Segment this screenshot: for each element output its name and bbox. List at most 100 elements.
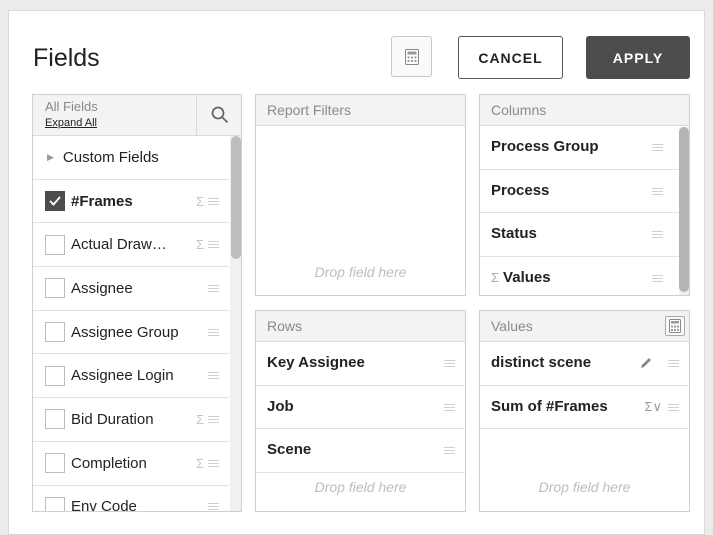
sum-icon: Σ	[195, 411, 204, 427]
report-filters-header: Report Filters	[256, 95, 465, 126]
cancel-button[interactable]: CANCEL	[458, 36, 563, 79]
drag-handle-icon[interactable]	[652, 144, 663, 151]
field-item-actual-draw[interactable]: Actual Draw… Σ	[33, 223, 229, 268]
drag-handle-icon[interactable]	[208, 459, 219, 467]
field-item-assignee[interactable]: Assignee	[33, 267, 229, 311]
field-label: Completion	[71, 454, 147, 472]
value-item-distinct-scene[interactable]: distinct scene	[480, 342, 689, 386]
field-label: #Frames	[71, 192, 133, 210]
drag-handle-icon[interactable]	[652, 187, 663, 195]
field-item-completion[interactable]: Completion Σ	[33, 442, 229, 486]
chevron-down-icon: ∨	[652, 398, 662, 414]
field-label: Bid Duration	[71, 410, 154, 428]
values-header-label: Values	[491, 318, 533, 334]
field-label: Assignee	[71, 279, 133, 297]
search-icon	[211, 106, 228, 124]
report-filters-zone[interactable]: Report Filters Drop field here	[255, 94, 466, 296]
item-label: Job	[267, 397, 294, 415]
all-fields-panel: All Fields Expand All ▶ Custom Fields #F…	[32, 94, 242, 512]
field-item-bid-duration[interactable]: Bid Duration Σ	[33, 398, 229, 442]
item-label: distinct scene	[491, 354, 592, 371]
item-label: Process	[491, 181, 550, 199]
field-item-assignee-group[interactable]: Assignee Group	[33, 311, 229, 355]
sum-icon: Σ	[195, 237, 204, 253]
column-item-process[interactable]: Process	[480, 170, 679, 213]
drag-handle-icon[interactable]	[208, 328, 219, 336]
drag-handle-icon[interactable]	[208, 197, 219, 205]
item-label: Sum of #Frames	[491, 397, 608, 415]
calculator-icon	[669, 319, 681, 333]
field-checkbox[interactable]	[45, 278, 65, 299]
field-label: Assignee Group	[71, 323, 179, 341]
fields-scrollbar-thumb[interactable]	[231, 136, 241, 259]
drag-handle-icon[interactable]	[444, 447, 455, 454]
drag-handle-icon[interactable]	[444, 403, 455, 411]
field-item-frames[interactable]: #Frames Σ	[33, 180, 229, 224]
aggregation-dropdown[interactable]: Σ∨	[644, 386, 662, 428]
column-item-values[interactable]: Σ Values	[480, 257, 679, 296]
drag-handle-icon[interactable]	[668, 403, 679, 411]
drop-hint: Drop field here	[314, 264, 407, 280]
custom-fields-group[interactable]: ▶ Custom Fields	[33, 136, 229, 180]
columns-scrollbar[interactable]	[679, 127, 689, 295]
field-checkbox[interactable]	[45, 409, 65, 430]
columns-zone[interactable]: Columns Process Group Process Status Σ Va…	[479, 94, 690, 296]
all-fields-header: All Fields Expand All	[33, 95, 241, 136]
field-label: Assignee Login	[71, 367, 174, 385]
field-label: Env Code	[71, 498, 137, 512]
expand-caret-icon: ▶	[47, 151, 54, 162]
fields-list: ▶ Custom Fields #Frames Σ Actual Draw… Σ	[33, 136, 241, 512]
column-item-process-group[interactable]: Process Group	[480, 126, 679, 170]
field-item-assignee-login[interactable]: Assignee Login	[33, 354, 229, 399]
sum-icon: Σ	[195, 455, 204, 471]
checkmark-icon	[49, 196, 61, 206]
drop-hint: Drop field here	[538, 479, 631, 495]
rows-zone[interactable]: Rows Key Assignee Job Scene Drop field h…	[255, 310, 466, 512]
item-label: Key Assignee	[267, 354, 365, 371]
field-checkbox[interactable]	[45, 453, 65, 474]
item-label: Status	[491, 225, 537, 242]
drag-handle-icon[interactable]	[652, 274, 663, 282]
field-checkbox[interactable]	[45, 234, 65, 255]
item-label: Scene	[267, 441, 312, 458]
field-checkbox[interactable]	[45, 322, 65, 343]
drag-handle-icon[interactable]	[208, 415, 219, 423]
item-label: Process Group	[491, 138, 599, 155]
value-item-sum-frames[interactable]: Sum of #Frames Σ∨	[480, 386, 689, 429]
columns-header: Columns	[480, 95, 689, 126]
calculated-field-button[interactable]	[391, 36, 432, 77]
field-checkbox[interactable]	[45, 191, 65, 212]
drag-handle-icon[interactable]	[668, 360, 679, 367]
values-calculator-button[interactable]	[665, 316, 685, 336]
item-label: Values	[503, 268, 551, 286]
field-item-env-code[interactable]: Env Code	[33, 486, 229, 512]
apply-button[interactable]: APPLY	[586, 36, 690, 79]
pencil-icon[interactable]	[639, 356, 653, 370]
column-item-status[interactable]: Status	[480, 213, 679, 257]
drag-handle-icon[interactable]	[208, 503, 219, 511]
field-checkbox[interactable]	[45, 365, 65, 386]
sum-icon: Σ	[195, 193, 204, 209]
calculator-icon	[404, 48, 419, 65]
drag-handle-icon[interactable]	[444, 360, 455, 367]
search-button[interactable]	[196, 95, 241, 135]
dialog-title: Fields	[33, 44, 100, 72]
columns-scrollbar-thumb[interactable]	[679, 127, 689, 292]
drag-handle-icon[interactable]	[208, 372, 219, 380]
expand-all-link[interactable]: Expand All	[45, 117, 97, 129]
fields-dialog: Fields CANCEL APPLY All Fields Expand Al…	[8, 10, 705, 535]
drag-handle-icon[interactable]	[208, 284, 219, 292]
field-checkbox[interactable]	[45, 496, 65, 511]
values-zone[interactable]: Values distinct scene Sum of #Frames Σ∨	[479, 310, 690, 512]
drag-handle-icon[interactable]	[208, 241, 219, 249]
row-item-key-assignee[interactable]: Key Assignee	[256, 342, 465, 386]
row-item-scene[interactable]: Scene	[256, 429, 465, 473]
fields-scrollbar[interactable]	[230, 136, 241, 511]
rows-header: Rows	[256, 311, 465, 342]
all-fields-label: All Fields	[45, 99, 98, 114]
row-item-job[interactable]: Job	[256, 386, 465, 429]
group-label: Custom Fields	[62, 148, 159, 166]
drop-hint: Drop field here	[314, 479, 407, 495]
drag-handle-icon[interactable]	[652, 231, 663, 238]
sum-icon: Σ	[491, 269, 500, 285]
